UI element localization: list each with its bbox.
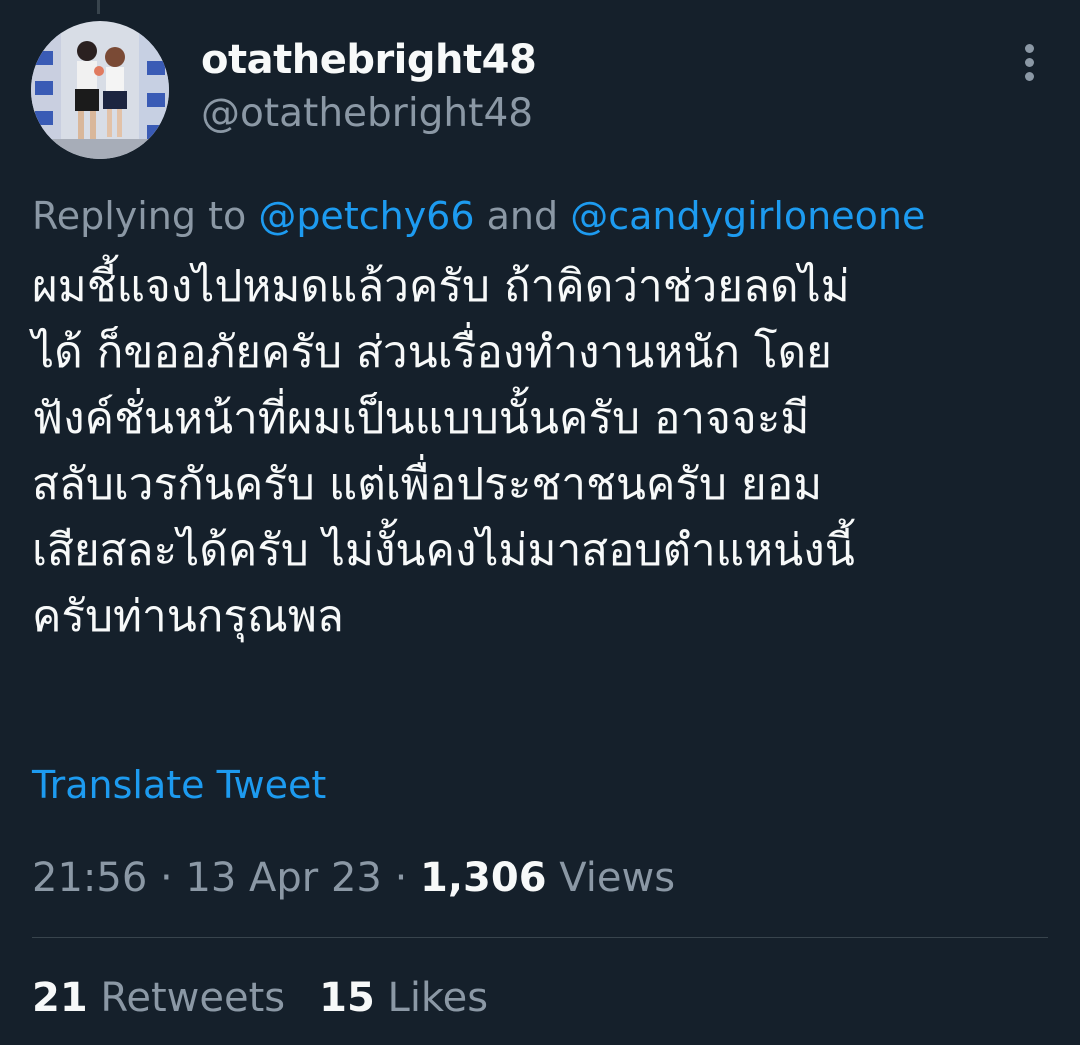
author-display-name[interactable]: otathebright48 <box>201 34 537 86</box>
views-label: Views <box>546 855 676 901</box>
tweet-time[interactable]: 21:56 <box>32 855 147 901</box>
likes-count: 15 <box>319 975 375 1021</box>
meta-separator: · <box>381 855 421 901</box>
tweet-text-line: ผมชี้แจงไปหมดแล้วครับ ถ้าคิดว่าช่วยลดไม่ <box>32 261 850 312</box>
replying-to-label: Replying to <box>32 194 259 238</box>
more-vertical-icon <box>1025 58 1034 67</box>
likes-label: Likes <box>374 975 489 1021</box>
tweet-text: ผมชี้แจงไปหมดแล้วครับ ถ้าคิดว่าช่วยลดไม่… <box>32 254 1052 650</box>
divider <box>32 937 1048 938</box>
retweets-label: Retweets <box>87 975 286 1021</box>
tweet-text-line: ฟังค์ชั่นหน้าที่ผมเป็นแบบนั้นครับ อาจจะม… <box>32 393 810 444</box>
tweet-text-line: ได้ ก็ขออภัยครับ ส่วนเรื่องทำงานหนัก โดย <box>32 327 832 378</box>
avatar-photo <box>31 21 169 159</box>
replying-to: Replying to @petchy66 and @candygirloneo… <box>32 188 925 244</box>
tweet-text-line: สลับเวรกันครับ แต่เพื่อประชาชนครับ ยอม <box>32 459 823 510</box>
tweet-text-line: ครับท่านกรุณพล <box>32 591 344 642</box>
more-vertical-icon <box>1025 72 1034 81</box>
author-handle[interactable]: @otathebright48 <box>201 88 533 140</box>
thread-connector-line <box>97 0 100 14</box>
views-count[interactable]: 1,306 <box>420 855 547 901</box>
retweets-stat[interactable]: 21 Retweets <box>32 975 285 1021</box>
more-options-button[interactable] <box>1010 38 1050 88</box>
avatar[interactable] <box>31 21 169 159</box>
more-vertical-icon <box>1025 44 1034 53</box>
meta-separator: · <box>147 855 186 901</box>
tweet-date[interactable]: 13 Apr 23 <box>185 855 381 901</box>
engagement-stats: 21 Retweets 15 Likes <box>32 970 488 1026</box>
translate-tweet-link[interactable]: Translate Tweet <box>32 758 326 812</box>
tweet-text-line: เสียสละได้ครับ ไม่งั้นคงไม่มาสอบตำแหน่งน… <box>32 525 855 576</box>
likes-stat[interactable]: 15 Likes <box>319 975 488 1021</box>
mention-link-petchy66[interactable]: @petchy66 <box>258 194 474 238</box>
tweet-meta: 21:56 · 13 Apr 23 · 1,306 Views <box>32 850 675 906</box>
mention-link-candygirloneone[interactable]: @candygirloneone <box>570 194 925 238</box>
retweets-count: 21 <box>32 975 88 1021</box>
replying-to-conjunction: and <box>474 194 571 238</box>
